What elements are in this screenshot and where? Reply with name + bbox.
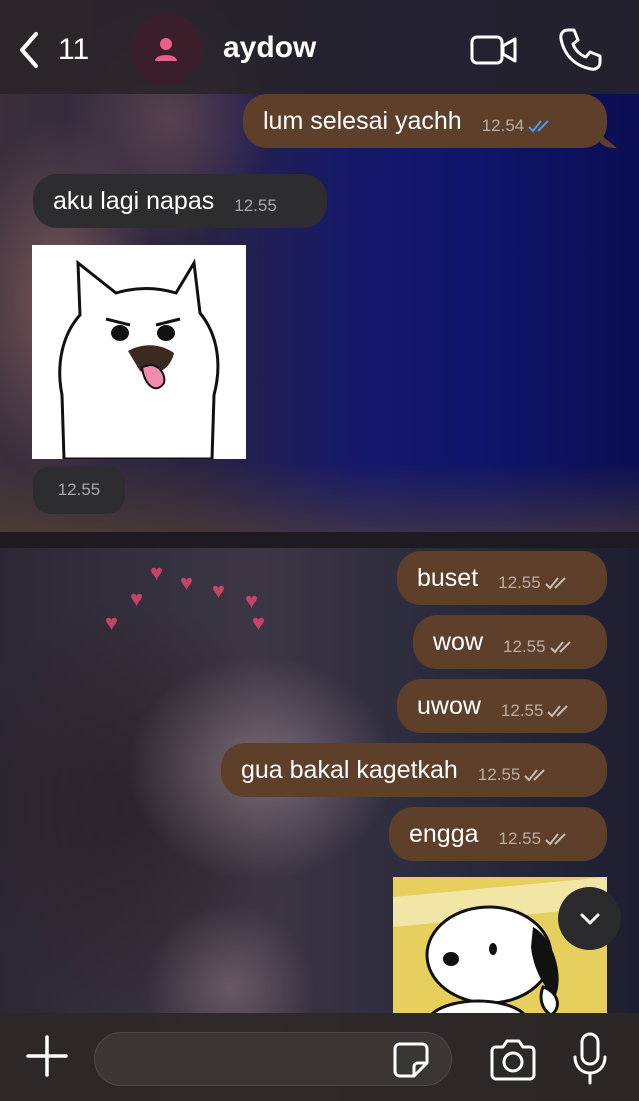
video-call-button[interactable] (470, 30, 518, 70)
message-bubble-outgoing[interactable]: wow 12.55 (413, 615, 607, 669)
message-time: 12.55 (503, 637, 546, 656)
wallpaper-divider (0, 532, 639, 548)
sticker-icon[interactable] (392, 1041, 430, 1079)
heart-icon: ♥ (212, 578, 226, 603)
sticker-timestamp: 12.55 (33, 466, 125, 514)
message-bubble-outgoing[interactable]: buset 12.55 (397, 551, 607, 605)
unread-count: 11 (58, 33, 90, 66)
message-bubble-outgoing[interactable]: uwow 12.55 (397, 679, 607, 733)
double-check-icon (524, 769, 546, 782)
heart-icon: ♥ (130, 586, 144, 611)
double-check-icon (545, 833, 566, 846)
message-meta: 12.54 (482, 106, 553, 136)
heart-icon: ♥ (150, 560, 164, 585)
message-meta: 12.55 (478, 755, 549, 785)
message-time: 12.55 (57, 480, 101, 499)
voice-call-button[interactable] (556, 26, 604, 74)
chat-header: 11 aydow (0, 0, 639, 94)
message-meta: 12.55 (498, 563, 569, 593)
heart-icon: ♥ (252, 610, 266, 635)
message-time: 12.55 (234, 196, 277, 215)
person-icon (155, 38, 177, 61)
double-check-read-icon (528, 120, 549, 133)
cat-sticker-image (58, 258, 220, 461)
message-meta: 12.55 (501, 691, 572, 721)
message-bubble-incoming[interactable]: aku lagi napas 12.55 (33, 174, 327, 228)
message-text: gua bakal kagetkah (241, 755, 458, 784)
message-meta: 12.55 (499, 819, 570, 849)
message-text: wow (433, 627, 484, 656)
double-check-icon (549, 641, 571, 654)
heart-icon: ♥ (105, 610, 119, 635)
message-time: 12.55 (500, 701, 544, 720)
message-text: engga (409, 819, 479, 848)
chevron-down-icon (580, 913, 599, 924)
heart-icon: ♥ (180, 570, 194, 595)
message-meta: 12.55 (234, 186, 277, 216)
message-meta: 12.55 (503, 627, 574, 657)
message-text: uwow (417, 691, 481, 720)
scroll-to-bottom-button[interactable] (558, 887, 621, 950)
message-bubble-outgoing[interactable]: engga 12.55 (389, 807, 607, 861)
message-time: 12.55 (498, 829, 542, 848)
avatar[interactable] (130, 13, 202, 85)
chevron-left-icon (20, 32, 38, 68)
microphone-button[interactable] (570, 1031, 610, 1087)
white-cat-sticker[interactable] (32, 245, 246, 461)
camera-button[interactable] (488, 1039, 538, 1081)
double-check-icon (545, 577, 566, 590)
message-composer (0, 1013, 639, 1101)
message-bubble-outgoing[interactable]: gua bakal kagetkah 12.55 (221, 743, 607, 797)
message-text: buset (417, 563, 479, 592)
double-check-icon (547, 705, 569, 718)
contact-name[interactable]: aydow (223, 31, 316, 65)
message-time: 12.54 (481, 116, 525, 135)
attach-button[interactable] (24, 1033, 70, 1079)
back-button[interactable]: 11 (14, 28, 94, 72)
message-time: 12.55 (477, 765, 521, 784)
message-text: lum selesai yachh (263, 106, 462, 135)
message-bubble-outgoing[interactable]: lum selesai yachh 12.54 (243, 94, 617, 148)
message-time: 12.55 (498, 573, 541, 592)
message-text: aku lagi napas (53, 186, 215, 215)
